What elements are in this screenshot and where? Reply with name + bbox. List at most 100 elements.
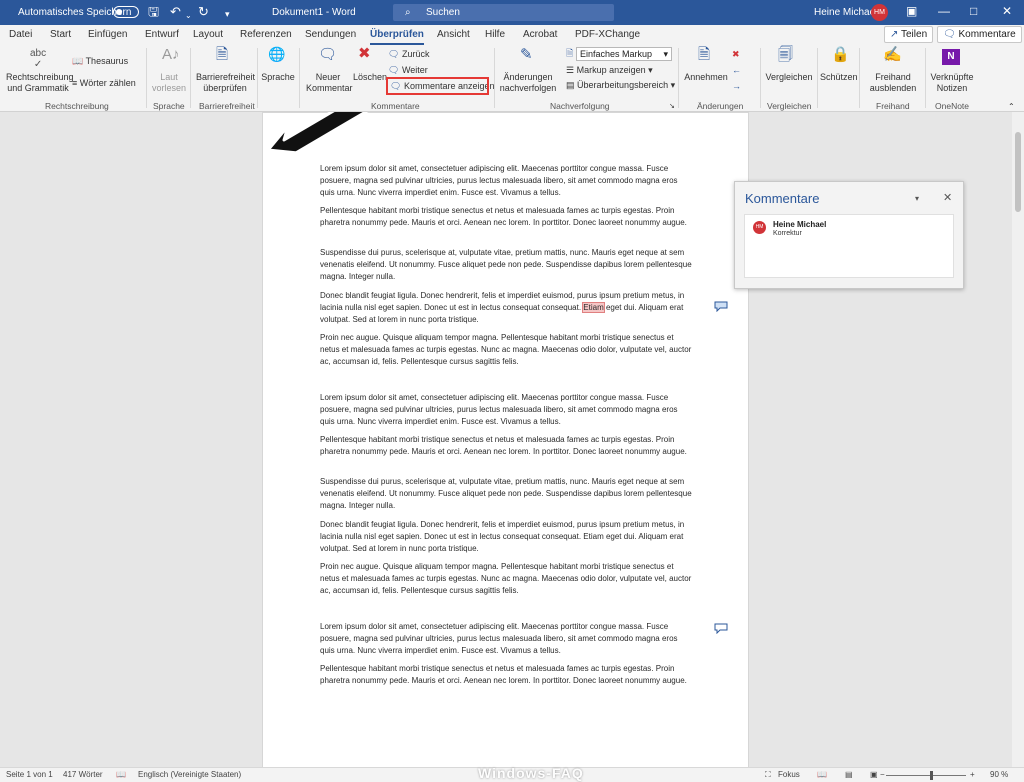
undo-dropdown-icon[interactable]: ⌄ [185,9,192,22]
language-status[interactable]: Englisch (Vereinigte Staaten) [138,770,241,779]
annotation-arrow-icon [266,112,369,156]
group-speech-label: Sprache [153,101,185,111]
save-icon[interactable]: 🖫 [148,5,159,18]
pane-close-icon[interactable]: ✕ [943,191,952,204]
comment-marker-icon[interactable] [714,301,728,312]
word-count-button[interactable]: ≡ Wörter zählen [72,78,136,89]
read-aloud-icon: A♪ [162,46,180,63]
accessibility-button[interactable]: Barrierefreiheit überprüfen [196,72,255,94]
maximize-icon[interactable]: □ [970,4,977,18]
markup-combo[interactable]: Einfaches Markup ▾ [576,47,672,61]
search-box[interactable]: ⌕ Suchen [393,4,614,21]
tab-hilfe[interactable]: Hilfe [485,29,505,40]
collapse-ribbon-icon[interactable]: ⌃ [1008,101,1015,112]
ribbon-tab-bar: Datei Start Einfügen Entwurf Layout Refe… [0,25,1024,45]
delete-comment-button[interactable]: Löschen [353,72,387,83]
customize-toolbar-icon[interactable]: ▾ [225,8,230,21]
tab-ueberpruefen[interactable]: Überprüfen [370,29,424,45]
ribbon-display-icon[interactable]: ▣ [906,4,917,18]
document-page[interactable]: Lorem ipsum dolor sit amet, consectetuer… [262,112,749,767]
comment-marker-icon[interactable] [714,623,728,634]
comments-button[interactable]: 🗨 Kommentare [937,26,1022,43]
web-layout-icon[interactable]: ▣ [870,770,878,779]
next-label: Weiter [401,65,428,75]
reject-icon[interactable]: ✖ [732,49,740,60]
hide-ink-button[interactable]: Freihand ausblenden [863,72,923,94]
tab-sendungen[interactable]: Sendungen [305,29,356,40]
comments-pane-title: Kommentare [745,191,820,206]
tab-layout[interactable]: Layout [193,29,223,40]
tab-ansicht[interactable]: Ansicht [437,29,470,40]
comments-label: Kommentare [958,29,1016,40]
language-button[interactable]: Sprache [261,72,295,83]
vertical-scrollbar[interactable] [1012,112,1024,767]
tab-einfuegen[interactable]: Einfügen [88,29,127,40]
tab-pdf-xchange[interactable]: PDF-XChange [575,29,640,40]
accept-icon: 🗎 [698,46,711,63]
previous-icon: 🗨 [388,49,400,59]
hide-ink-icon: ✍ [883,46,902,63]
paragraph: Lorem ipsum dolor sit amet, consectetuer… [320,164,678,198]
undo-icon[interactable]: ↶ [170,5,181,18]
tab-acrobat[interactable]: Acrobat [523,29,557,40]
tab-referenzen[interactable]: Referenzen [240,29,292,40]
zoom-level[interactable]: 90 % [990,770,1008,779]
document-title: Dokument1 - Word [272,7,356,18]
group-proofing-label: Rechtschreibung [45,101,109,111]
accessibility-icon: 🗎 [216,46,229,63]
ribbon: abc ✓ Rechtschreibung und Grammatik 📖 The… [0,45,1024,112]
next-change-icon[interactable]: → [732,81,741,92]
group-comments-label: Kommentare [371,101,420,111]
pane-options-chevron-icon[interactable]: ▾ [915,194,919,203]
next-comment-button[interactable]: 🗨 Weiter [388,65,428,76]
tab-entwurf[interactable]: Entwurf [145,29,179,40]
reviewing-pane-button[interactable]: ▤ Überarbeitungsbereich ▾ [566,80,675,91]
zoom-out-icon[interactable]: − [880,770,885,779]
protect-button[interactable]: Schützen [820,72,858,83]
thesaurus-icon: 📖 [72,56,84,66]
share-icon: ↗ [890,29,899,40]
show-markup-button[interactable]: ☰ Markup anzeigen ▾ [566,65,653,76]
previous-comment-button[interactable]: 🗨 Zurück [388,49,429,60]
paragraph: Proin nec augue. Quisque aliquam tempor … [320,333,692,367]
scrollbar-thumb[interactable] [1015,132,1021,212]
focus-button[interactable]: Fokus [778,770,800,779]
page-count[interactable]: Seite 1 von 1 [6,770,53,779]
zoom-in-icon[interactable]: + [970,770,975,779]
new-comment-button[interactable]: Neuer Kommentar [306,72,353,94]
language-icon: 🌐 [268,46,286,62]
reviewing-pane-icon: ▤ [566,80,575,90]
spelling-button[interactable]: Rechtschreibung und Grammatik [6,72,74,94]
proofing-status-icon[interactable]: 📖 [116,770,126,779]
compare-button[interactable]: Vergleichen [764,72,814,83]
thesaurus-button[interactable]: 📖 Thesaurus [72,56,128,67]
commented-word[interactable]: Etiam [582,302,605,314]
tab-start[interactable]: Start [50,29,71,40]
track-changes-button[interactable]: Änderungen nachverfolgen [498,72,558,94]
close-icon[interactable]: ✕ [1002,4,1012,18]
search-label: Suchen [426,7,460,18]
word-count[interactable]: 417 Wörter [63,770,103,779]
linked-notes-button[interactable]: Verknüpfte Notizen [928,72,976,94]
tracking-dialog-launcher-icon[interactable]: ↘ [669,101,675,112]
comment-card[interactable]: HM Heine Michael Korrektur [744,214,954,278]
autosave-toggle[interactable] [113,6,139,18]
redo-icon[interactable]: ↻ [198,5,209,18]
focus-icon[interactable]: ⛶ [765,770,771,780]
zoom-slider[interactable] [886,775,966,776]
zoom-slider-thumb[interactable] [930,771,933,780]
print-layout-icon[interactable]: ▤ [845,770,853,779]
user-name[interactable]: Heine Michael [814,7,877,18]
group-accessibility-label: Barrierefreiheit [199,101,255,111]
previous-change-icon[interactable]: ← [732,65,741,76]
minimize-icon[interactable]: — [938,4,950,18]
paragraph: Suspendisse dui purus, scelerisque at, v… [320,477,692,511]
onenote-icon: N [942,49,960,65]
share-button[interactable]: ↗ Teilen [884,26,934,43]
read-aloud-button[interactable]: Laut vorlesen [152,72,186,94]
accept-button[interactable]: Annehmen [684,72,728,83]
read-mode-icon[interactable]: 📖 [817,770,827,779]
tab-datei[interactable]: Datei [9,29,32,40]
user-avatar[interactable]: HM [871,4,888,21]
word-count-icon: ≡ [72,78,78,88]
